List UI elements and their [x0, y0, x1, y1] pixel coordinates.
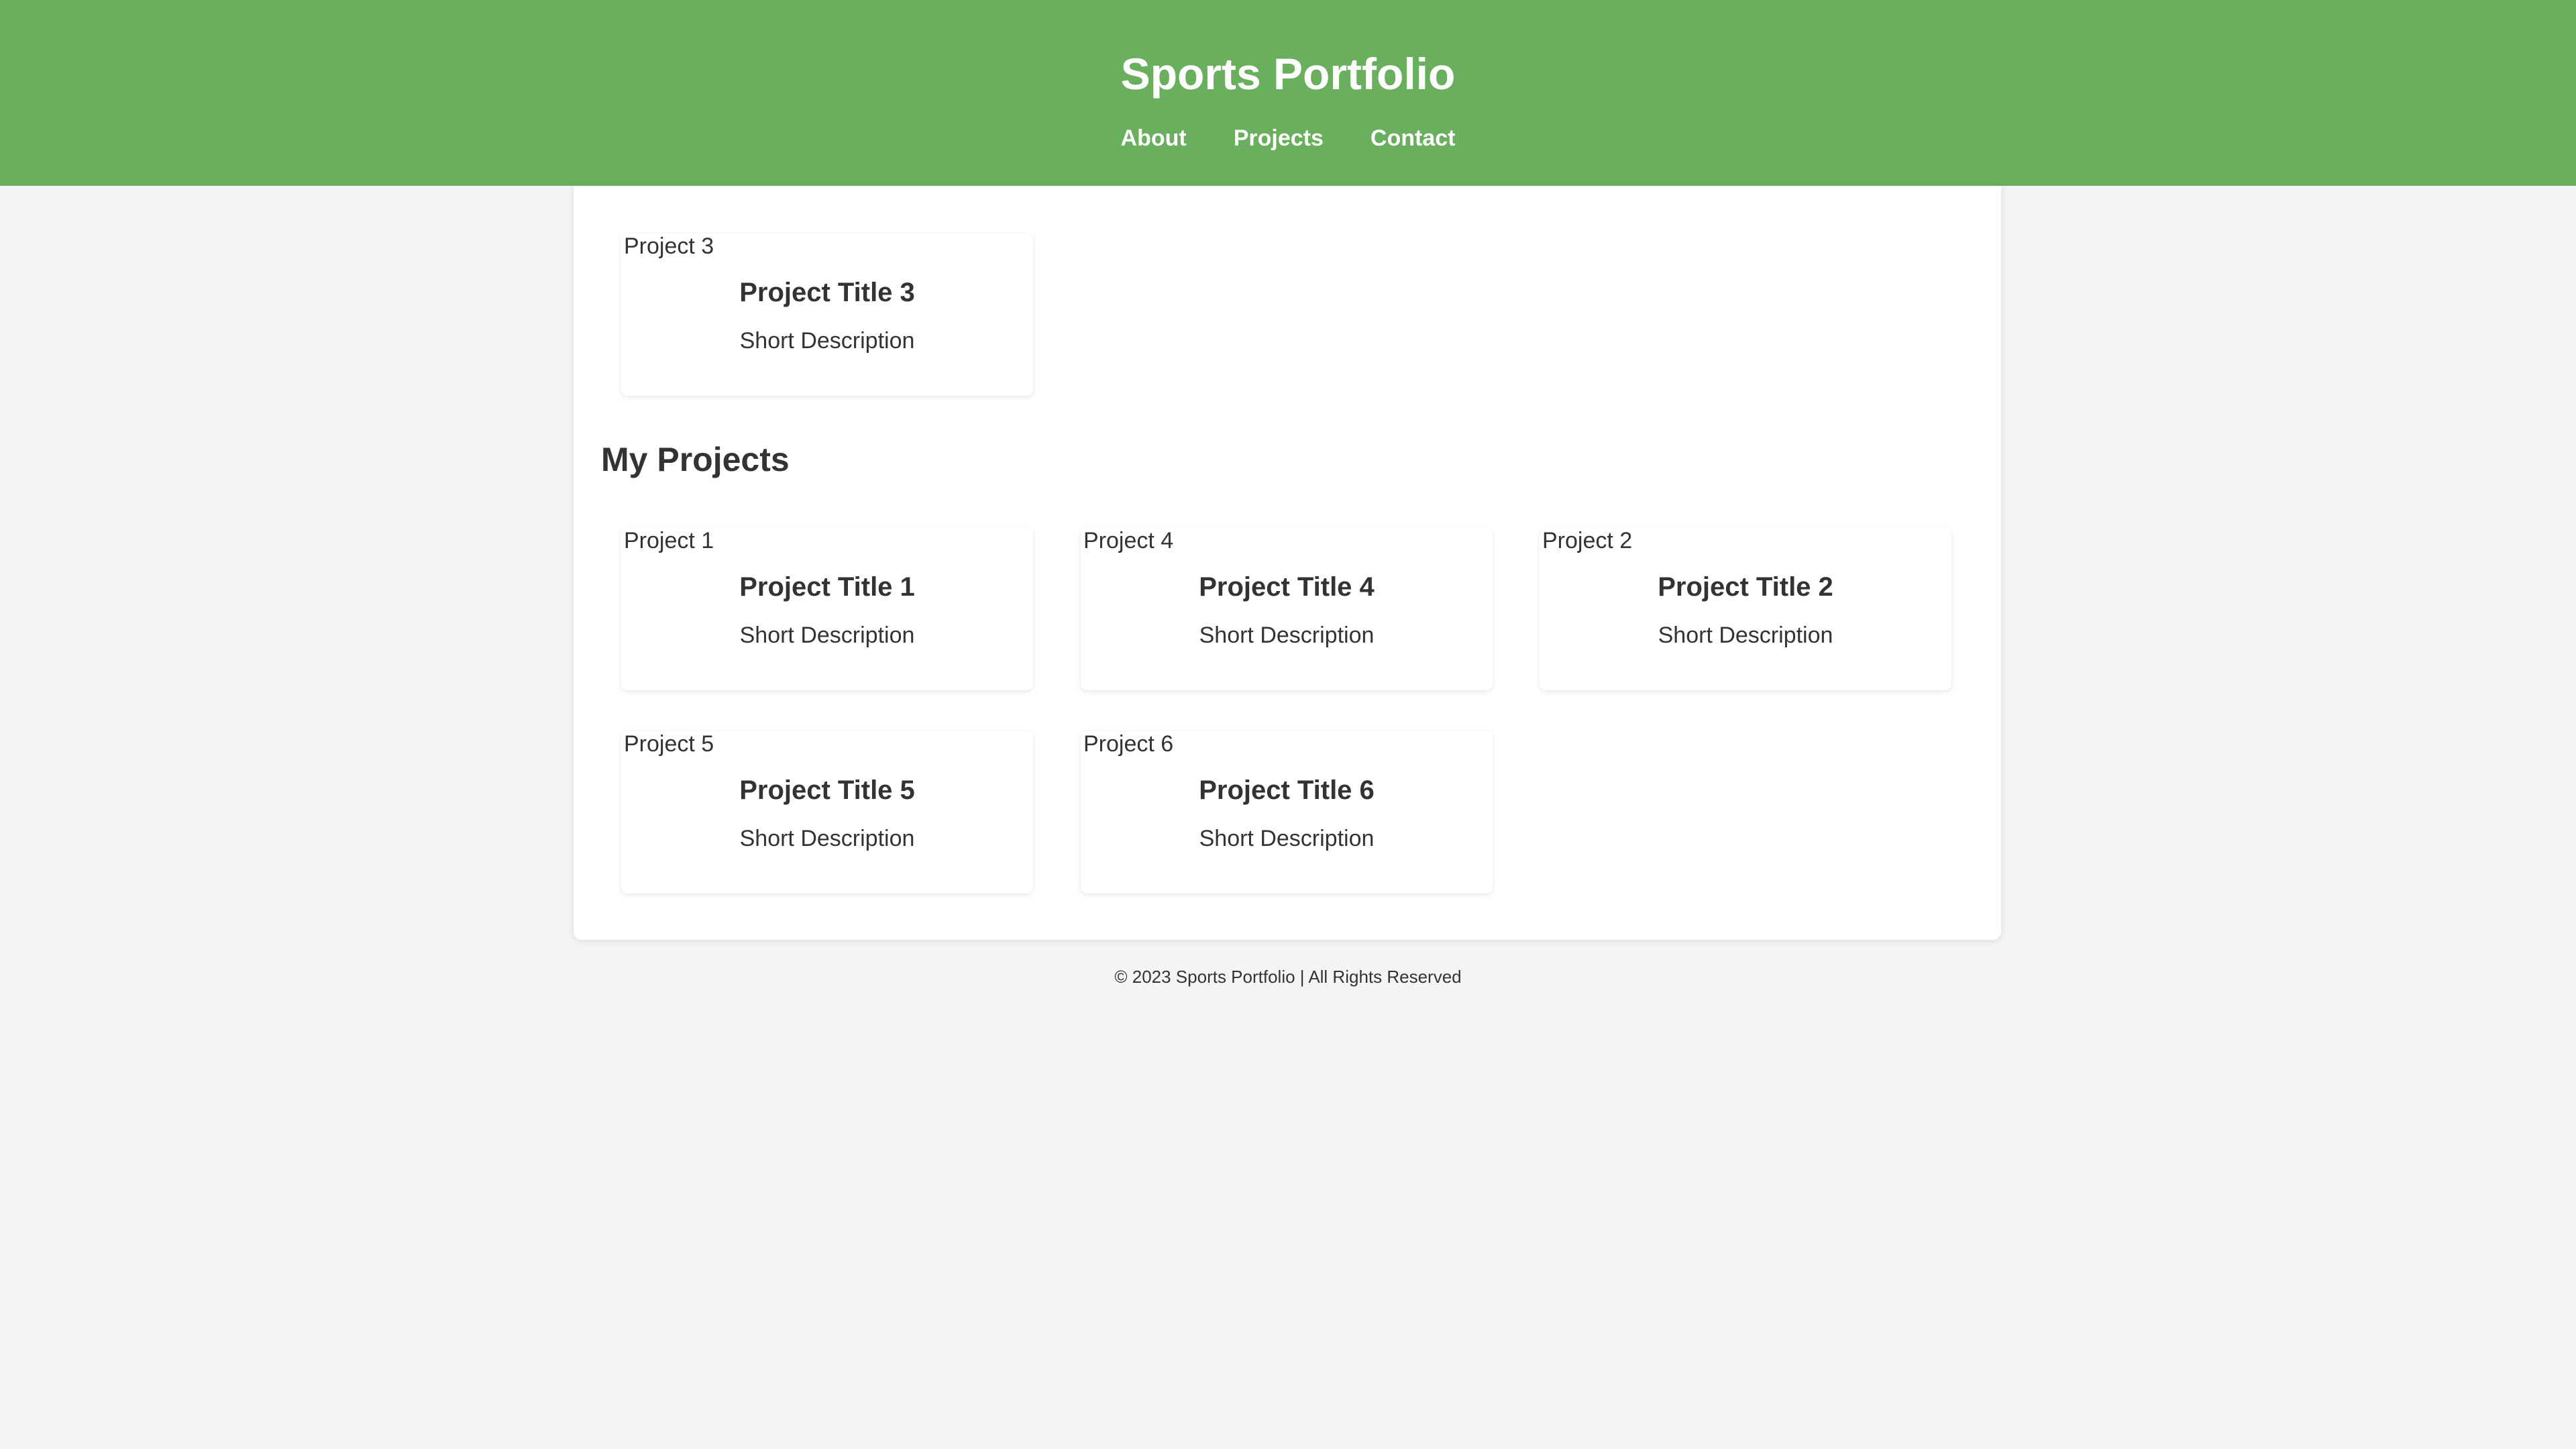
- project-title: Project Title 6: [1199, 775, 1375, 805]
- project-image-broken: Project 5: [621, 730, 714, 758]
- site-header: Sports Portfolio About Projects Contact: [0, 0, 2576, 186]
- nav-link-contact[interactable]: Contact: [1347, 121, 1479, 156]
- project-image-broken: Project 3: [621, 232, 714, 260]
- project-title: Project Title 3: [739, 278, 915, 307]
- project-card[interactable]: Project 2 Project Title 2 Short Descript…: [1540, 528, 1951, 690]
- project-title: Project Title 2: [1658, 572, 1833, 602]
- project-image-broken: Project 2: [1540, 527, 1632, 555]
- featured-project-card[interactable]: Project 3 Project Title 3 Short Descript…: [621, 233, 1033, 396]
- project-image-alt: Project 4: [1083, 528, 1174, 553]
- projects-heading: My Projects: [601, 441, 790, 478]
- project-description: Short Description: [1199, 623, 1375, 648]
- copyright-text: © 2023 Sports Portfolio | All Rights Res…: [1114, 967, 1462, 987]
- nav-link-projects[interactable]: Projects: [1210, 121, 1347, 156]
- project-image-alt: Project 3: [624, 233, 714, 259]
- project-description: Short Description: [739, 623, 915, 648]
- nav-link-about[interactable]: About: [1097, 121, 1210, 156]
- project-title: Project Title 1: [739, 572, 915, 602]
- project-image-broken: Project 4: [1081, 527, 1173, 555]
- project-description: Short Description: [739, 826, 915, 851]
- project-description: Short Description: [739, 328, 915, 354]
- site-title: Sports Portfolio: [1120, 49, 1456, 99]
- project-image-broken: Project 1: [621, 527, 714, 555]
- project-card[interactable]: Project 4 Project Title 4 Short Descript…: [1081, 528, 1493, 690]
- project-title: Project Title 5: [739, 775, 915, 805]
- project-title: Project Title 4: [1199, 572, 1375, 602]
- project-image-alt: Project 2: [1542, 528, 1633, 553]
- project-card[interactable]: Project 6 Project Title 6 Short Descript…: [1081, 731, 1493, 894]
- project-description: Short Description: [1658, 623, 1833, 648]
- project-description: Short Description: [1199, 826, 1375, 851]
- project-image-alt: Project 6: [1083, 731, 1174, 757]
- project-image-alt: Project 5: [624, 731, 714, 757]
- project-card[interactable]: Project 5 Project Title 5 Short Descript…: [621, 731, 1033, 894]
- project-card[interactable]: Project 1 Project Title 1 Short Descript…: [621, 528, 1033, 690]
- site-footer: © 2023 Sports Portfolio | All Rights Res…: [0, 965, 2576, 989]
- main-content: Project 3 Project Title 3 Short Descript…: [574, 186, 2001, 940]
- project-image-alt: Project 1: [624, 528, 714, 553]
- project-image-broken: Project 6: [1081, 730, 1173, 758]
- main-nav: About Projects Contact: [0, 121, 2576, 156]
